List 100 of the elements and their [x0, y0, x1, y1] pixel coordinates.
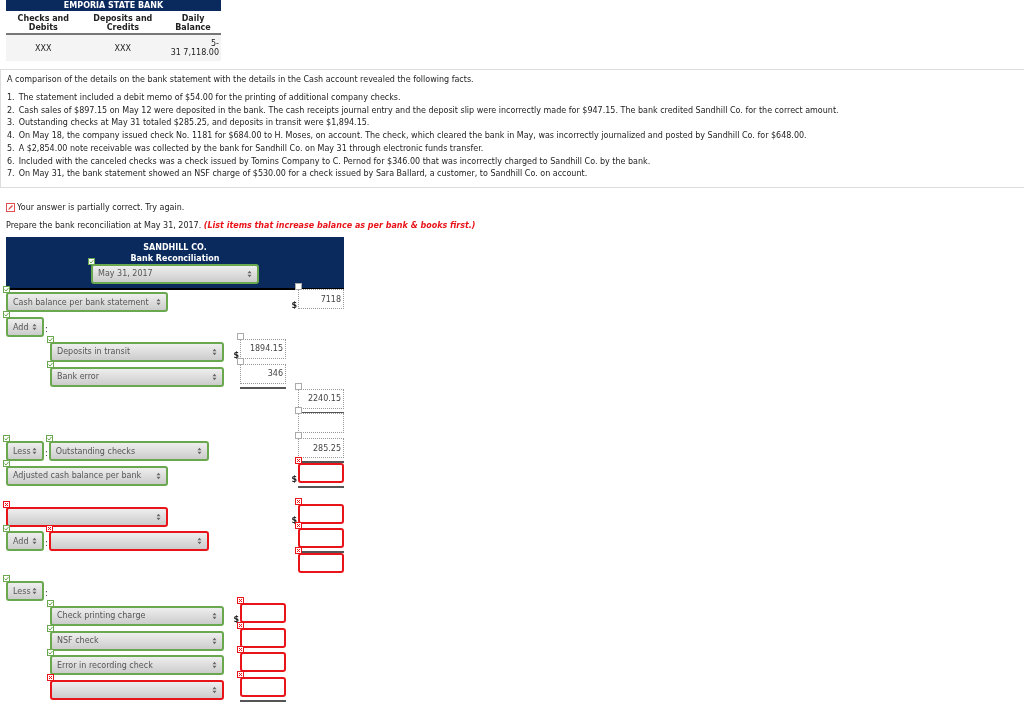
check-mark-icon [3, 311, 10, 319]
updown-caret-icon [212, 686, 217, 695]
check-mark-icon [47, 335, 54, 343]
fact-text: On May 18, the company issued check No. 1181 for $684.00 to H. Moses, on account. The check, which cleared the bank in May, was incorrectly journalized and posted by Sandhill Co. for $648.00. [18, 130, 807, 143]
item-select[interactable] [48, 531, 209, 552]
company-name: SANDHILL CO. [143, 241, 207, 253]
amount-field[interactable] [298, 462, 344, 488]
check-mark-icon [45, 435, 53, 443]
updown-caret-icon [212, 611, 217, 620]
blank-mark-icon [237, 357, 244, 365]
updown-caret-icon [32, 537, 37, 546]
updown-caret-icon [156, 471, 161, 480]
cross-mark-icon [237, 646, 244, 654]
blank-mark-icon [295, 382, 302, 390]
fact-text: Cash sales of $897.15 on May 12 were deposited in the bank. The cash receipts journal entry and the deposit slip were incorrectly made for $947.15. The bank credited Sandhill Co. for the correct amount. [18, 104, 839, 117]
date-select[interactable]: May 31, 2017 [91, 263, 259, 284]
updown-caret-icon [212, 372, 217, 381]
table-cell: XXX [6, 34, 81, 61]
item-select[interactable]: Adjusted cash balance per bank [6, 465, 168, 486]
check-mark-icon [47, 360, 54, 368]
fact-text: The statement included a debit memo of $54.00 for the printing of additional company checks. [18, 92, 401, 104]
updown-caret-icon [212, 636, 217, 645]
item-number: 6. [7, 155, 15, 168]
cross-mark-icon [237, 671, 244, 679]
item-number: 2. [7, 104, 15, 117]
fact-text: Included with the canceled checks was a check issued by Tomins Company to C. Pernod for $346.00 that was incorrectly charged to Sandhill Co. by the bank. [18, 155, 651, 168]
column-header: Daily Balance [165, 11, 221, 34]
amount-field[interactable] [240, 677, 286, 703]
amount-field[interactable]: 285.25 [298, 438, 344, 464]
cross-mark-icon [295, 522, 302, 530]
updown-caret-icon [156, 512, 161, 521]
amount-field[interactable] [298, 528, 344, 554]
check-mark-icon [3, 575, 10, 583]
item-select[interactable] [50, 680, 224, 701]
item-select[interactable]: Deposits in transit [50, 341, 224, 362]
cross-mark-icon [45, 525, 53, 533]
item-number: 4. [7, 130, 15, 143]
currency-sign: $ [291, 301, 297, 311]
add-less-select[interactable]: Less [6, 441, 44, 462]
updown-caret-icon [212, 661, 217, 670]
fact-text: Outstanding checks at May 31 totaled $285.25, and deposits in transit were $1,894.15. [18, 117, 370, 130]
statement-title: Bank Reconciliation [130, 252, 220, 264]
cross-mark-icon [3, 500, 10, 508]
cross-mark-icon [295, 456, 302, 464]
currency-sign: $ [291, 474, 297, 484]
cross-mark-icon [295, 497, 302, 505]
updown-caret-icon [196, 537, 202, 546]
item-select[interactable]: NSF check [50, 630, 224, 651]
table-cell: XXX [80, 34, 165, 61]
item-number: 1. [7, 92, 15, 104]
item-number: 7. [7, 168, 15, 181]
intro-text: A comparison of the details on the bank statement with the details in the Cash account revealed the following facts. [7, 74, 475, 85]
fact-text: On May 31, the bank statement showed an NSF charge of $530.00 for a check issued by Sara Ballard, a customer, to Sandhill Co. on account. [18, 168, 588, 181]
item-select[interactable]: Outstanding checks [48, 441, 209, 462]
updown-caret-icon [247, 269, 252, 278]
column-header: Deposits and Credits [80, 11, 165, 34]
updown-caret-icon [32, 447, 37, 456]
item-select[interactable]: Cash balance per bank statement [6, 292, 168, 313]
blank-mark-icon [295, 407, 302, 415]
table-cell: 5- 31 7,118.00 [165, 34, 221, 61]
feedback-text: Your answer is partially correct. Try again. [17, 202, 185, 212]
updown-caret-icon [32, 323, 37, 332]
item-select[interactable]: Check printing charge [50, 605, 224, 626]
updown-caret-icon [156, 298, 161, 307]
colon: : [45, 589, 48, 599]
item-number: 5. [7, 142, 15, 155]
item-select[interactable] [6, 506, 168, 527]
currency-sign: $ [233, 350, 239, 360]
fact-text: A $2,854.00 note receivable was collected by the bank for Sandhill Co. on May 31 through electronic funds transfer. [18, 142, 484, 155]
updown-caret-icon [32, 587, 37, 596]
item-select[interactable]: Bank error [50, 366, 224, 387]
table-title: EMPORIA STATE BANK [6, 0, 221, 11]
currency-sign: $ [233, 614, 239, 624]
colon: : [45, 539, 48, 549]
add-less-select[interactable]: Add [6, 531, 44, 552]
cross-mark-icon [295, 547, 302, 555]
amount-field[interactable]: 346 [240, 363, 286, 389]
check-mark-icon [3, 435, 10, 443]
check-mark-icon [3, 286, 10, 294]
add-less-select[interactable]: Add [6, 317, 44, 338]
add-less-select[interactable]: Less [6, 581, 44, 602]
blank-mark-icon [295, 432, 302, 440]
instruction-text: Prepare the bank reconciliation at May 31, 2017. (List items that increase balance as per bank & books first.) [6, 220, 477, 230]
check-mark-icon [47, 624, 54, 632]
item-select[interactable]: Error in recording check [50, 655, 224, 676]
updown-caret-icon [196, 447, 202, 456]
cross-mark-icon [47, 674, 54, 682]
cross-mark-icon [237, 596, 244, 604]
cross-mark-icon [237, 621, 244, 629]
blank-mark-icon [237, 332, 244, 340]
check-mark-icon [3, 459, 10, 467]
amount-field[interactable]: 2240.15 [298, 388, 344, 414]
colon: : [45, 325, 48, 335]
check-mark-icon [47, 649, 54, 657]
blank-mark-icon [295, 283, 302, 291]
colon: : [45, 449, 48, 459]
check-mark-icon [88, 257, 95, 265]
updown-caret-icon [212, 347, 217, 356]
check-mark-icon [3, 525, 10, 533]
item-number: 3. [7, 117, 15, 130]
